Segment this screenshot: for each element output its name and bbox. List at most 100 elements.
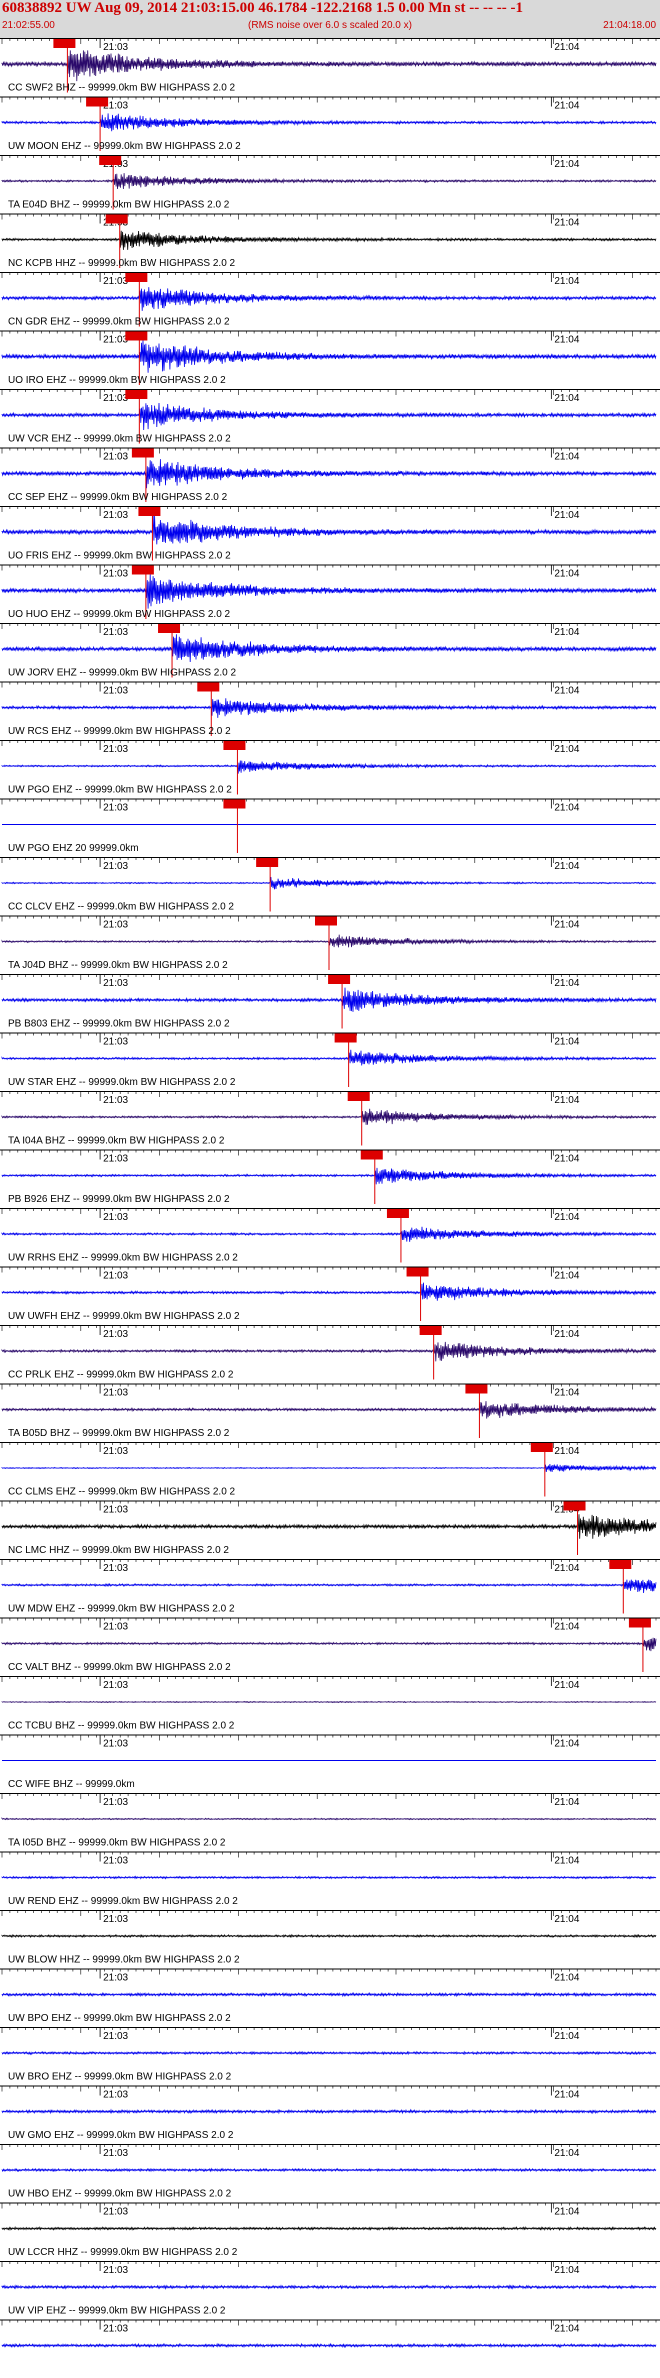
minute-label: 21:04 (554, 920, 579, 931)
waveform-trace (1, 1049, 657, 1066)
station-label: TA E04D BHZ -- 99999.0km BW HIGHPASS 2.0… (8, 200, 230, 211)
minute-label: 21:03 (103, 1505, 128, 1516)
minute-label: 21:04 (554, 335, 579, 346)
waveform-trace (1, 287, 657, 311)
pick-marker (86, 97, 109, 107)
waveform-trace (1, 1637, 657, 1652)
pick-marker (465, 1384, 488, 1394)
waveform-trace (1, 987, 657, 1012)
station-label: UW LCCR HHZ -- 99999.0km BW HIGHPASS 2.0… (8, 2247, 238, 2258)
minute-label: 21:04 (554, 1563, 579, 1574)
waveform-trace (1, 1817, 657, 1821)
waveform-trace (1, 1226, 657, 1242)
waveform-trace (1, 173, 657, 190)
minute-label: 21:03 (103, 1680, 128, 1691)
station-label: UO HUO EHZ -- 99999.0km BW HIGHPASS 2.0 … (8, 609, 231, 620)
station-label: TA B05D BHZ -- 99999.0km BW HIGHPASS 2.0… (8, 1428, 230, 1439)
minute-label: 21:03 (103, 510, 128, 521)
pick-marker (563, 1501, 586, 1511)
end-time: 21:04:18.00 (603, 20, 656, 31)
minute-label: 21:04 (554, 2265, 579, 2276)
pick-marker (158, 624, 181, 633)
minute-label: 21:04 (554, 1329, 579, 1340)
minute-label: 21:04 (554, 1446, 579, 1457)
minute-label: 21:03 (103, 1446, 128, 1457)
waveform-trace (1, 1991, 657, 1998)
station-label: PB B926 EHZ -- 99999.0km BW HIGHPASS 2.0… (8, 1194, 230, 1205)
waveform-trace (1, 2225, 657, 2231)
pick-marker (197, 682, 220, 692)
station-label: UW JORV EHZ -- 99999.0km BW HIGHPASS 2.0… (8, 668, 236, 679)
minute-label: 21:04 (554, 1856, 579, 1867)
station-label: UW MOON EHZ -- 99999.0km BW HIGHPASS 2.0… (8, 141, 241, 152)
minute-label: 21:03 (103, 2090, 128, 2101)
station-label: UW VIP EHZ -- 99999.0km BW HIGHPASS 2.0 … (8, 2306, 226, 2317)
station-label: TA I04A BHZ -- 99999.0km BW HIGHPASS 2.0… (8, 1136, 225, 1147)
minute-label: 21:04 (554, 276, 579, 287)
pick-marker (223, 799, 246, 809)
station-label: CC CLCV EHZ -- 99999.0km BW HIGHPASS 2.0… (8, 902, 234, 913)
waveform-trace (1, 1463, 657, 1473)
waveform-trace (1, 876, 657, 890)
minute-label: 21:04 (554, 686, 579, 697)
minute-label: 21:04 (554, 1914, 579, 1925)
minute-label: 21:04 (554, 218, 579, 229)
header-bar: 60838892 UW Aug 09, 2014 21:03:15.00 46.… (0, 0, 660, 38)
station-label: CC WIFE BHZ -- 99999.0km (8, 1779, 135, 1790)
pick-marker (223, 741, 246, 750)
station-label: UW REND EHZ -- 99999.0km BW HIGHPASS 2.0… (8, 1896, 238, 1907)
waveform-trace (1, 1875, 657, 1880)
rms-note: (RMS noise over 6.0 s scaled 20.0 x) (248, 20, 412, 31)
minute-label: 21:03 (103, 2265, 128, 2276)
minute-label: 21:03 (103, 744, 128, 755)
pick-marker (105, 214, 128, 224)
pick-marker (328, 975, 351, 984)
minute-label: 21:03 (103, 42, 128, 53)
station-label: UW UWFH EHZ -- 99999.0km BW HIGHPASS 2.0… (8, 1311, 240, 1322)
seismogram-plot: 21:03 21:04 CC SWF2 BHZ -- 99999.0km BW HI… (0, 38, 660, 2349)
minute-label: 21:03 (103, 1388, 128, 1399)
station-label: UW PGO EHZ -- 99999.0km BW HIGHPASS 2.0 … (8, 785, 232, 796)
minute-label: 21:03 (103, 2148, 128, 2159)
pick-marker (131, 448, 154, 458)
station-label: UW HBO EHZ -- 99999.0km BW HIGHPASS 2.0 … (8, 2189, 232, 2200)
minute-label: 21:04 (554, 1037, 579, 1048)
waveform-trace (1, 1579, 657, 1594)
minute-label: 21:03 (103, 1095, 128, 1106)
minute-label: 21:03 (103, 393, 128, 404)
waveform-trace (1, 698, 657, 718)
pick-marker (99, 156, 122, 165)
minute-label: 21:03 (103, 1271, 128, 1282)
minute-label: 21:03 (103, 2324, 128, 2335)
minute-label: 21:04 (554, 1739, 579, 1750)
waveform-trace (1, 50, 657, 82)
minute-label: 21:04 (554, 2207, 579, 2218)
minute-label: 21:04 (554, 510, 579, 521)
minute-label: 21:04 (554, 101, 579, 112)
minute-label: 21:03 (103, 1037, 128, 1048)
station-label: TA J04D BHZ -- 99999.0km BW HIGHPASS 2.0… (8, 960, 228, 971)
pick-marker (386, 1209, 409, 1218)
waveform-trace (1, 2342, 657, 2349)
waveform-trace (1, 1282, 657, 1301)
station-label: UW BLOW HHZ -- 99999.0km BW HIGHPASS 2.0… (8, 1955, 240, 1966)
station-label: CC VALT BHZ -- 99999.0km BW HIGHPASS 2.0… (8, 1662, 231, 1673)
waveform-trace (1, 230, 657, 250)
pick-marker (138, 507, 161, 516)
minute-label: 21:03 (103, 1622, 128, 1633)
minute-label: 21:03 (103, 569, 128, 580)
pick-marker (53, 39, 76, 48)
station-label: UW BPO EHZ -- 99999.0km BW HIGHPASS 2.0 … (8, 2013, 231, 2024)
minute-label: 21:03 (103, 978, 128, 989)
minute-label: 21:04 (554, 452, 579, 463)
pick-marker (125, 331, 148, 341)
minute-label: 21:03 (103, 335, 128, 346)
waveform-trace (1, 459, 657, 489)
station-label: UW BRO EHZ -- 99999.0km BW HIGHPASS 2.0 … (8, 2072, 232, 2083)
minute-label: 21:04 (554, 978, 579, 989)
station-label: UW STAR EHZ -- 99999.0km BW HIGHPASS 2.0… (8, 1077, 236, 1088)
waveform-trace (1, 1167, 657, 1185)
station-label: NC LMC HHZ -- 99999.0km BW HIGHPASS 2.0 … (8, 1545, 229, 1556)
station-label: CN GDR EHZ -- 99999.0km BW HIGHPASS 2.0 … (8, 317, 230, 328)
minute-label: 21:04 (554, 2031, 579, 2042)
